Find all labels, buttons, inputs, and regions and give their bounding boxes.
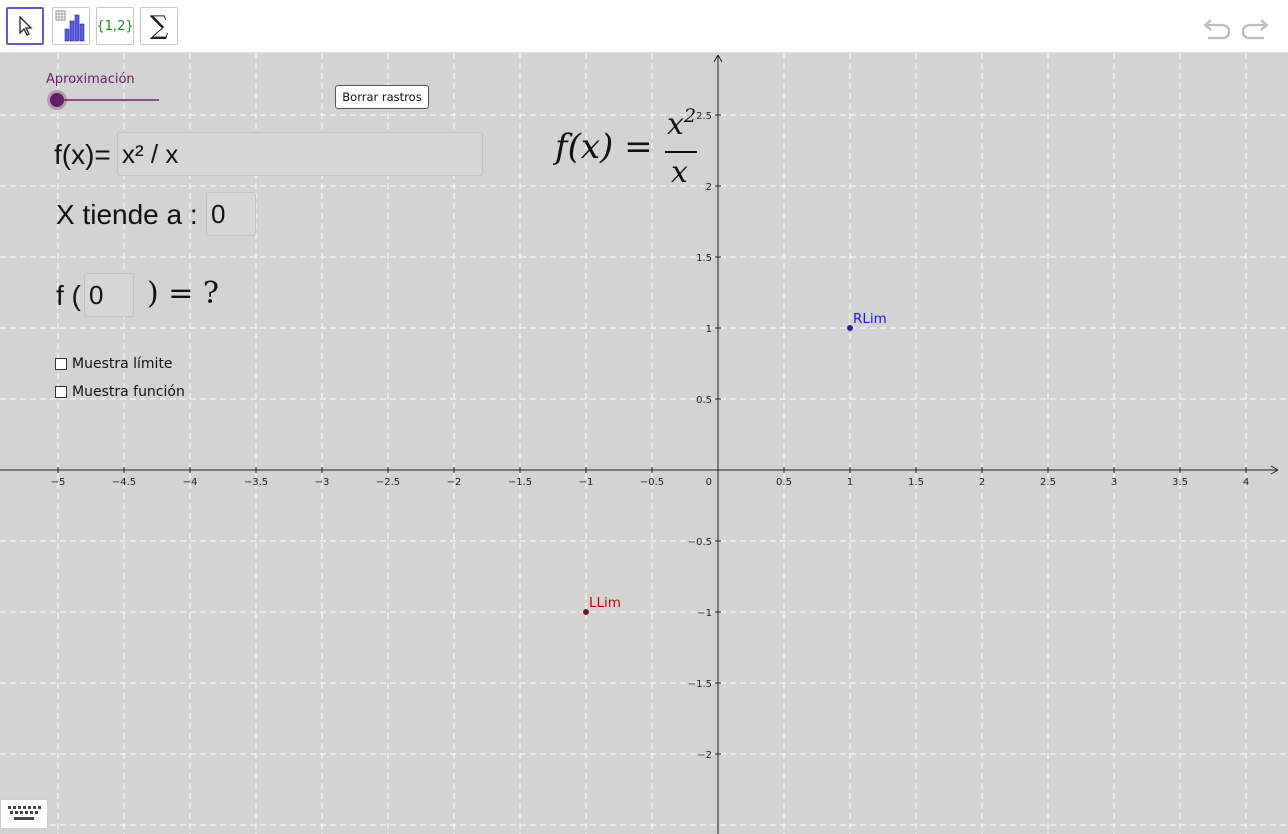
y-tick-label: −1 (697, 608, 712, 619)
y-tick-label: 2 (706, 182, 712, 193)
x-tick-label: −1.5 (508, 477, 532, 488)
checkbox-label: Muestra función (72, 384, 185, 400)
checkbox-box[interactable] (55, 386, 67, 398)
tends-to-value: 0 (211, 198, 226, 229)
point-label-rlim: RLim (853, 311, 887, 327)
keyboard-icon (8, 806, 41, 820)
x-tick-label: 3.5 (1172, 477, 1188, 488)
x-tick-label: −2.5 (376, 477, 400, 488)
formula-fraction-bar (665, 151, 697, 153)
set-tool-button[interactable]: {1,2} (96, 7, 134, 45)
formula-lhs: f(x) = (555, 127, 653, 167)
x-tick-label: −4.5 (112, 477, 136, 488)
y-tick-label: −1.5 (688, 679, 712, 690)
x-tick-label: −2 (447, 477, 462, 488)
toolbar: {1,2} ∑ (0, 0, 1288, 53)
x-tick-label: −4 (183, 477, 198, 488)
redo-button[interactable] (1240, 13, 1270, 41)
x-tick-label: 4 (1243, 477, 1249, 488)
function-input-label: f(x)= (54, 139, 111, 170)
y-tick-label: −0.5 (688, 537, 712, 548)
x-tick-label: 1 (847, 477, 853, 488)
sigma-icon: ∑ (149, 11, 169, 41)
x-tick-label: 2.5 (1040, 477, 1056, 488)
x-tick-label: 0.5 (776, 477, 792, 488)
slider-track[interactable] (56, 99, 159, 101)
x-tick-label: 1.5 (908, 477, 924, 488)
formula-numerator: x (667, 107, 684, 142)
y-tick-label: 1 (706, 324, 712, 335)
y-tick-label: 2.5 (696, 111, 712, 122)
x-tick-label: 0 (706, 477, 712, 488)
graphics-view[interactable]: −5 −4.5 −4 −3.5 −3 −2.5 −2 −1.5 −1 −0.5 0 0.5 1 1.5 2 2… (0, 53, 1288, 834)
evaluation-prefix: f ( (56, 280, 81, 311)
formula-denominator: x (671, 155, 688, 190)
formula-exponent: 2 (684, 105, 697, 127)
slider-label: Aproximación (46, 72, 135, 87)
bar-chart-icon (55, 10, 85, 42)
x-tick-label: −3 (315, 477, 330, 488)
x-tick-label: −3.5 (244, 477, 268, 488)
tends-to-label: X tiende a : (56, 199, 198, 230)
move-tool-button[interactable] (6, 7, 44, 45)
keyboard-toggle-button[interactable] (0, 799, 48, 829)
checkbox-box[interactable] (55, 358, 67, 370)
undo-button[interactable] (1202, 13, 1232, 41)
slider-handle[interactable] (50, 93, 64, 107)
evaluation-suffix: ) = ? (147, 276, 219, 311)
function-input-value: x² / x (122, 138, 179, 169)
tends-to-input[interactable]: 0 (206, 192, 256, 236)
evaluation-input[interactable]: 0 (84, 273, 134, 317)
point-rlim (847, 325, 853, 331)
sum-tool-button[interactable]: ∑ (140, 7, 178, 45)
point-label-llim: LLim (589, 595, 621, 611)
evaluation-value: 0 (89, 279, 104, 310)
show-limit-checkbox[interactable]: Muestra límite (55, 356, 173, 372)
y-tick-label: 1.5 (696, 253, 712, 264)
checkbox-label: Muestra límite (72, 356, 173, 372)
x-tick-label: 2 (979, 477, 985, 488)
statistics-tool-button[interactable] (52, 7, 90, 45)
cursor-arrow-icon (19, 15, 33, 36)
y-tick-label: 0.5 (696, 395, 712, 406)
show-function-checkbox[interactable]: Muestra función (55, 384, 185, 400)
function-input[interactable]: x² / x (117, 132, 483, 176)
x-tick-label: 3 (1111, 477, 1117, 488)
x-tick-label: −1 (579, 477, 594, 488)
x-tick-label: −0.5 (640, 477, 664, 488)
clear-traces-button[interactable]: Borrar rastros (335, 85, 429, 109)
redo-icon (1241, 19, 1269, 40)
undo-icon (1203, 19, 1231, 40)
y-tick-label: −2 (697, 750, 712, 761)
set-braces-icon: {1,2} (96, 18, 134, 34)
x-tick-label: −5 (51, 477, 66, 488)
point-llim (583, 609, 589, 615)
